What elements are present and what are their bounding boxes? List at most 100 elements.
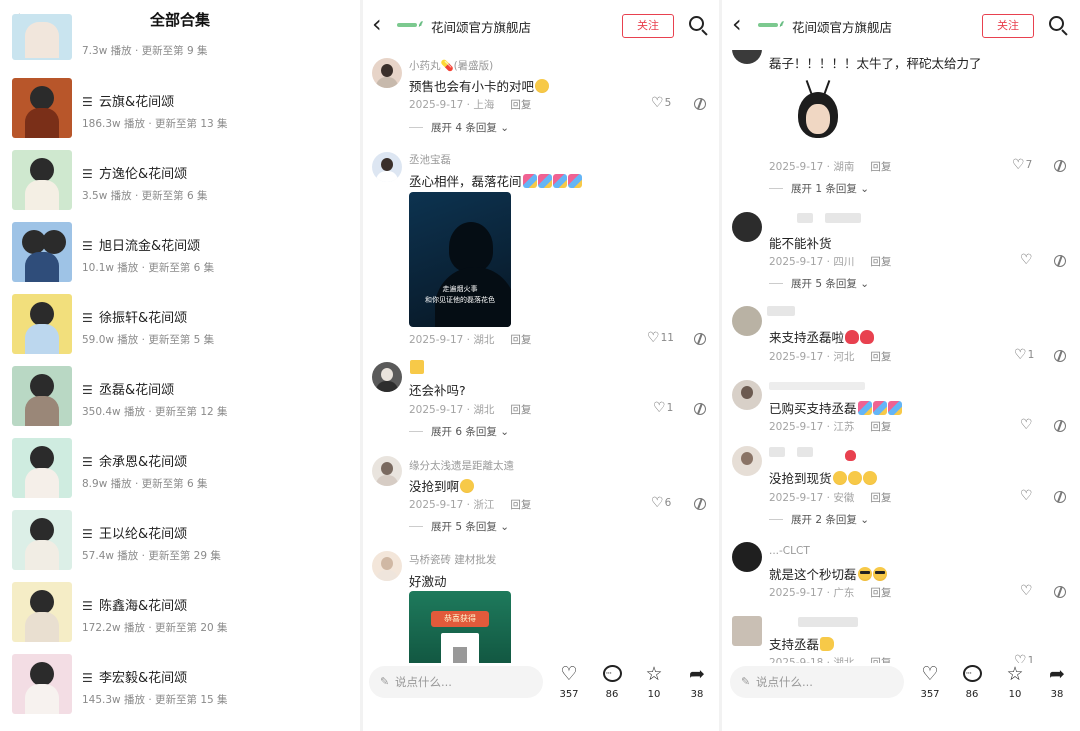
- dislike-icon[interactable]: [694, 403, 706, 415]
- expand-replies[interactable]: 展开 1 条回复 ⌄: [769, 181, 869, 196]
- reply-button[interactable]: 回复: [870, 421, 891, 433]
- like-action[interactable]: ♡ 357: [915, 663, 945, 700]
- comment-username[interactable]: ...-CLCT: [769, 545, 810, 557]
- reply-button[interactable]: 回复: [870, 351, 891, 363]
- dislike-icon[interactable]: [1054, 586, 1066, 598]
- series-title: ☰ 陈鑫海&花间颂: [82, 599, 188, 614]
- comment-meta: 2025-9-17 · 浙江 回复: [409, 499, 532, 511]
- favorite-action[interactable]: ☆ 10: [639, 663, 669, 700]
- like-button[interactable]: ♡: [1020, 583, 1034, 599]
- comment-input[interactable]: ✎ 说点什么...: [369, 666, 543, 698]
- dislike-icon[interactable]: [1054, 350, 1066, 362]
- shop-header: ‹ ⸙ 花间颂官方旗舰店 关注: [722, 0, 1080, 50]
- share-arrow-icon: ➦: [689, 663, 705, 685]
- comment-text: 已购买支持丞磊: [769, 398, 902, 417]
- search-icon[interactable]: [1049, 16, 1069, 36]
- comment-username[interactable]: 丞池宝磊: [409, 152, 451, 167]
- dislike-icon[interactable]: [1054, 420, 1066, 432]
- avatar[interactable]: [372, 362, 402, 392]
- reply-button[interactable]: 回复: [870, 587, 891, 599]
- expand-replies[interactable]: 展开 5 条回复 ⌄: [769, 276, 869, 291]
- bottom-action-bar: ✎说点什么... ♡357 86 ☆10 ➦38: [363, 663, 718, 731]
- emoji-icon: [845, 330, 860, 344]
- expand-replies[interactable]: 展开 4 条回复 ⌄: [409, 120, 509, 135]
- expand-replies[interactable]: 展开 2 条回复 ⌄: [769, 512, 869, 527]
- follow-button[interactable]: 关注: [982, 14, 1034, 38]
- heart-icon: ♡: [1020, 488, 1033, 504]
- series-item[interactable]: ☰ 方逸伦&花间颂 3.5w 播放 · 更新至第 6 集: [0, 150, 360, 212]
- comment-username[interactable]: 缘分太浅遗是距離太遠: [409, 458, 514, 473]
- follow-button[interactable]: 关注: [622, 14, 674, 38]
- reply-button[interactable]: 回复: [510, 334, 531, 346]
- like-button[interactable]: ♡: [1020, 417, 1034, 433]
- series-item[interactable]: ☰ 余承恩&花间颂 8.9w 播放 · 更新至第 6 集: [0, 438, 360, 500]
- avatar[interactable]: [732, 616, 762, 646]
- heart-icon: ♡: [653, 400, 666, 416]
- stack-icon: ☰: [82, 455, 93, 469]
- avatar[interactable]: [372, 58, 402, 88]
- like-button[interactable]: ♡5: [651, 95, 671, 111]
- comment-sticker[interactable]: [790, 80, 846, 146]
- reply-button[interactable]: 回复: [870, 492, 891, 504]
- comment-image[interactable]: 走遍烟火事 和你见证他的磊落花色: [409, 192, 511, 327]
- search-icon[interactable]: [689, 16, 709, 36]
- reply-button[interactable]: 回复: [870, 256, 891, 268]
- reply-button[interactable]: 回复: [510, 499, 531, 511]
- series-item[interactable]: ☰ 丞磊&花间颂 350.4w 播放 · 更新至第 12 集: [0, 366, 360, 428]
- reply-button[interactable]: 回复: [510, 404, 531, 416]
- avatar[interactable]: [372, 456, 402, 486]
- comment-username[interactable]: 小药丸💊(暑盛版): [409, 58, 493, 73]
- comment-username[interactable]: 马桥瓷砖 建材批发: [409, 552, 496, 567]
- avatar[interactable]: [372, 551, 402, 581]
- expand-replies[interactable]: 展开 6 条回复 ⌄: [409, 424, 509, 439]
- heart-icon: ♡: [1014, 347, 1027, 363]
- dislike-icon[interactable]: [1054, 160, 1066, 172]
- series-meta: 7.3w 播放 · 更新至第 9 集: [82, 45, 208, 57]
- avatar[interactable]: [732, 380, 762, 410]
- series-item[interactable]: 7.3w 播放 · 更新至第 9 集: [0, 14, 360, 82]
- series-item[interactable]: ☰ 徐振轩&花间颂 59.0w 播放 · 更新至第 5 集: [0, 294, 360, 356]
- dislike-icon[interactable]: [694, 498, 706, 510]
- avatar[interactable]: [732, 446, 762, 476]
- like-action[interactable]: ♡ 357: [554, 663, 584, 700]
- dislike-icon[interactable]: [694, 333, 706, 345]
- favorite-action[interactable]: ☆ 10: [1000, 663, 1030, 700]
- like-button[interactable]: ♡11: [647, 330, 674, 346]
- reply-button[interactable]: 回复: [510, 99, 531, 111]
- back-arrow-icon[interactable]: ‹: [372, 12, 382, 36]
- avatar[interactable]: [732, 212, 762, 242]
- comment-meta: 2025-9-17 · 湖北 回复: [409, 404, 532, 416]
- dislike-icon[interactable]: [1054, 255, 1066, 267]
- comment-image[interactable]: 恭喜获得: [409, 591, 511, 671]
- series-item[interactable]: ☰ 陈鑫海&花间颂 172.2w 播放 · 更新至第 20 集: [0, 582, 360, 644]
- series-item[interactable]: ☰ 王以纶&花间颂 57.4w 播放 · 更新至第 29 集: [0, 510, 360, 572]
- series-item[interactable]: ☰ 旭日流金&花间颂 10.1w 播放 · 更新至第 6 集: [0, 222, 360, 284]
- dislike-icon[interactable]: [1054, 491, 1066, 503]
- series-title: ☰ 王以纶&花间颂: [82, 527, 188, 542]
- dislike-icon[interactable]: [694, 98, 706, 110]
- comment-input[interactable]: ✎ 说点什么...: [730, 666, 904, 698]
- like-button[interactable]: ♡: [1020, 488, 1034, 504]
- reply-button[interactable]: 回复: [870, 161, 891, 173]
- series-thumbnail: [12, 150, 72, 210]
- like-button[interactable]: ♡: [1020, 252, 1034, 268]
- back-arrow-icon[interactable]: ‹: [732, 12, 742, 36]
- avatar[interactable]: [732, 306, 762, 336]
- comment-action[interactable]: 86: [957, 663, 987, 700]
- expand-replies[interactable]: 展开 5 条回复 ⌄: [409, 519, 509, 534]
- avatar[interactable]: [732, 542, 762, 572]
- avatar[interactable]: [372, 152, 402, 182]
- series-title: ☰ 方逸伦&花间颂: [82, 167, 188, 182]
- like-button[interactable]: ♡7: [1012, 157, 1032, 173]
- share-action[interactable]: ➦ 38: [682, 663, 712, 700]
- comment-action[interactable]: 86: [597, 663, 627, 700]
- emoji-icon: [460, 479, 475, 493]
- series-item[interactable]: ☰ 云旗&花间颂 186.3w 播放 · 更新至第 13 集: [0, 78, 360, 140]
- comment-username[interactable]: [409, 360, 424, 375]
- like-button[interactable]: ♡1: [1014, 347, 1034, 363]
- like-button[interactable]: ♡1: [653, 400, 673, 416]
- series-meta: 145.3w 播放 · 更新至第 15 集: [82, 694, 228, 706]
- series-item[interactable]: ☰ 李宏毅&花间颂 145.3w 播放 · 更新至第 15 集: [0, 654, 360, 716]
- share-action[interactable]: ➦ 38: [1042, 663, 1072, 700]
- like-button[interactable]: ♡6: [651, 495, 671, 511]
